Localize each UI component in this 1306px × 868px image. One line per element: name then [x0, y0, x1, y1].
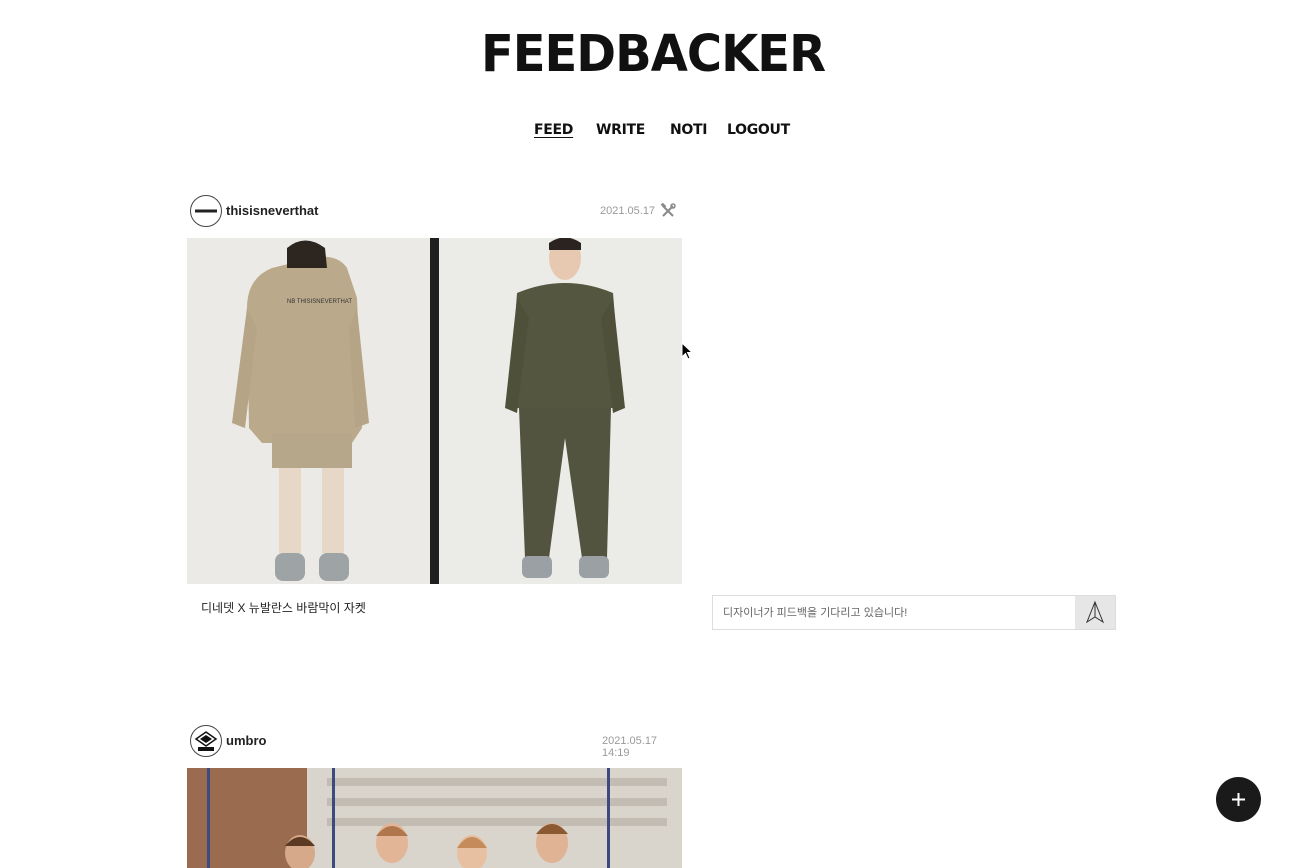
comment-input[interactable] [713, 596, 1075, 629]
umbro-logo [194, 731, 218, 751]
nav-write[interactable]: WRITE [596, 122, 645, 138]
main-nav: FEED WRITE NOTI LOGOUT [0, 122, 1306, 142]
avatar[interactable] [190, 195, 222, 227]
post-date: 2021.05.17 14:19 [602, 735, 658, 759]
post-image[interactable] [187, 768, 682, 868]
plus-icon [1232, 793, 1245, 806]
post-username[interactable]: umbro [226, 733, 266, 748]
svg-text:NB THISISNEVERTHAT: NB THISISNEVERTHAT [287, 299, 352, 305]
comment-form [712, 595, 1116, 630]
send-button[interactable] [1075, 596, 1115, 629]
avatar[interactable] [190, 725, 222, 757]
add-post-button[interactable] [1216, 777, 1261, 822]
post-date: 2021.05.17 [600, 205, 656, 217]
nav-feed[interactable]: FEED [534, 122, 573, 138]
feed-post: umbro 2021.05.17 14:19 [187, 725, 682, 868]
post-image[interactable]: NB THISISNEVERTHAT [187, 238, 682, 584]
hammer-wrench-icon[interactable] [660, 202, 676, 219]
nav-logout[interactable]: LOGOUT [727, 122, 790, 138]
app-logo[interactable]: FEEDBACKER [0, 25, 1306, 84]
post-caption: 디네뎃 X 뉴발란스 바람막이 자켓 [201, 601, 366, 615]
post-header: thisisneverthat 2021.05.17 [187, 195, 682, 235]
thisisneverthat-logo [195, 209, 217, 213]
post-username[interactable]: thisisneverthat [226, 203, 318, 218]
send-icon [1085, 600, 1105, 624]
post-header: umbro 2021.05.17 14:19 [187, 725, 682, 765]
feed-post: thisisneverthat 2021.05.17 NB THISISNEVE… [187, 195, 682, 615]
nav-noti[interactable]: NOTI [670, 122, 707, 138]
mouse-cursor-icon [681, 342, 693, 360]
